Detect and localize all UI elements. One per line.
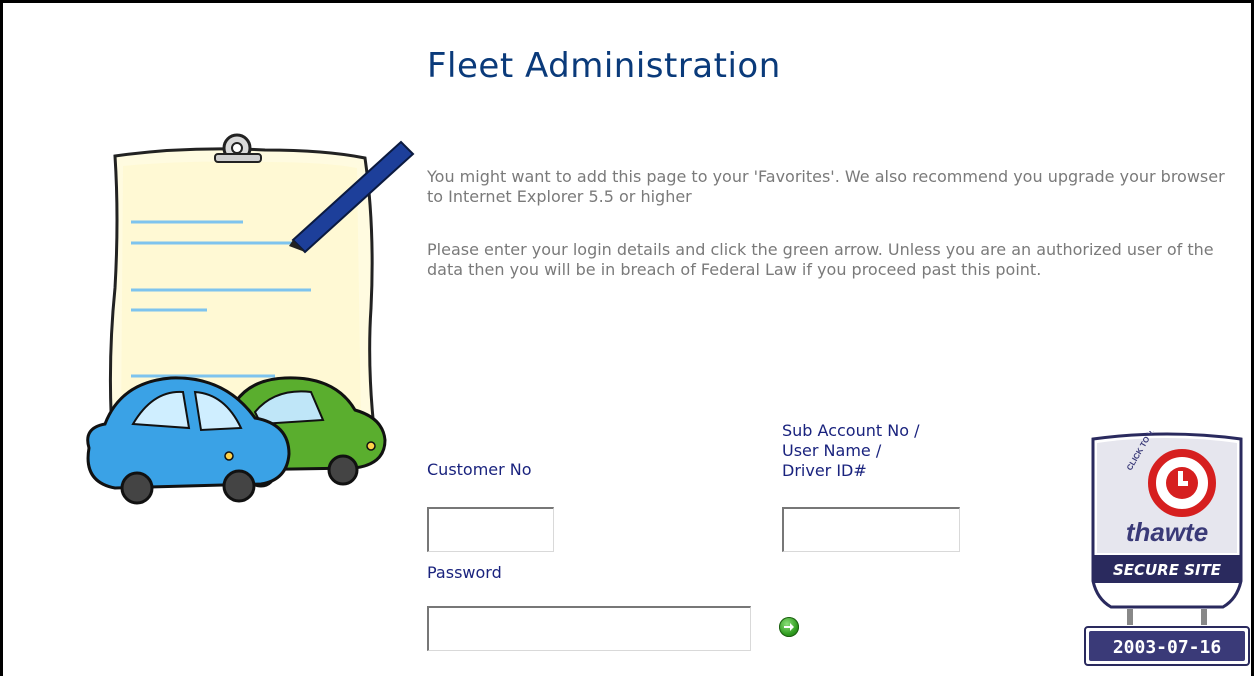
clipboard-cars-illustration (86, 133, 415, 505)
thawte-secure-site-badge[interactable]: CLICK TO VERIFY thawte SECURE SITE 2003-… (1083, 431, 1251, 669)
customer-no-label: Customer No (427, 460, 532, 479)
page-title: Fleet Administration (427, 46, 781, 86)
badge-caption: SECURE SITE (1113, 561, 1222, 579)
badge-date: 2003-07-16 (1113, 637, 1221, 658)
customer-no-input[interactable] (427, 507, 554, 552)
password-label: Password (427, 563, 502, 582)
submit-arrow-button[interactable] (779, 617, 799, 637)
sub-account-input[interactable] (782, 507, 960, 552)
green-arrow-icon (784, 623, 794, 631)
sub-account-label-line: User Name / (782, 441, 882, 460)
intro-text: You might want to add this page to your … (427, 167, 1225, 206)
warning-text: Please enter your login details and clic… (427, 240, 1214, 279)
badge-brand: thawte (1126, 517, 1208, 547)
sub-account-label-line: Sub Account No / (782, 421, 920, 440)
sub-account-label: Sub Account No / User Name / Driver ID# (782, 421, 982, 481)
sub-account-label-line: Driver ID# (782, 461, 867, 480)
password-input[interactable] (427, 606, 751, 651)
